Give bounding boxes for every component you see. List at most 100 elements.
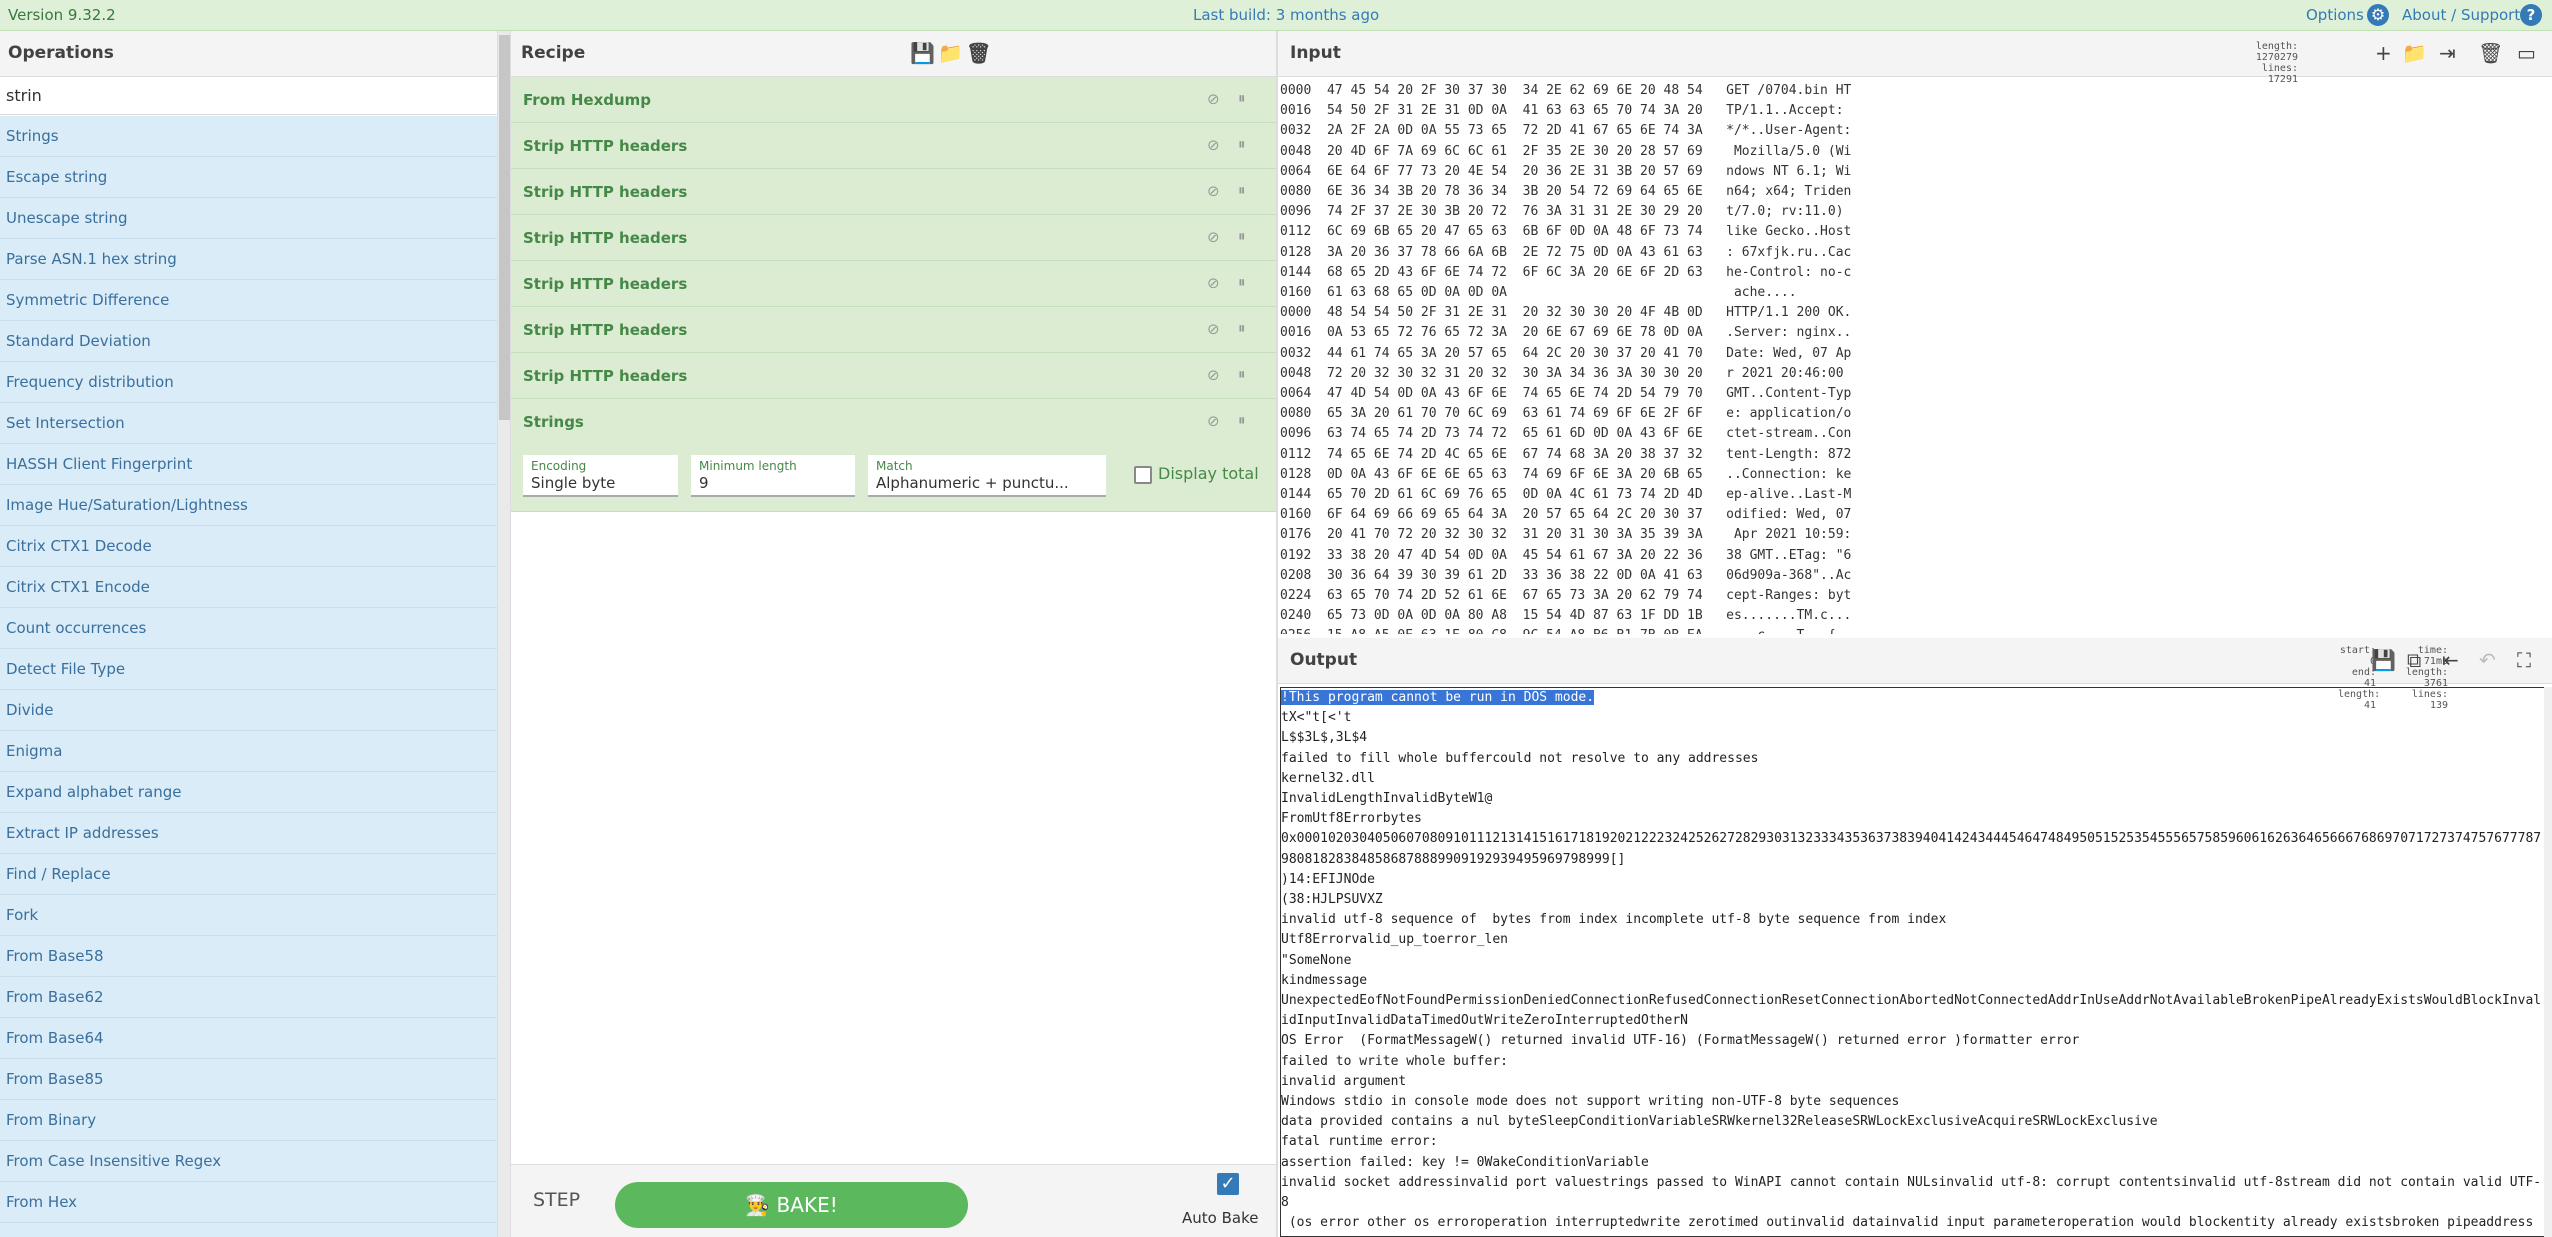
breakpoint-icon[interactable]: ⏸ [1238, 227, 1246, 245]
breakpoint-icon[interactable]: ⏸ [1238, 181, 1246, 199]
load-recipe-icon[interactable]: 📁 [938, 41, 963, 65]
maximise-output-icon[interactable]: ⛶ [2517, 648, 2531, 672]
operation-item[interactable]: From Hex [0, 1182, 497, 1223]
operation-item[interactable]: Citrix CTX1 Decode [0, 526, 497, 567]
input-title: Input [1290, 43, 1341, 63]
operation-item[interactable]: Image Hue/Saturation/Lightness [0, 485, 497, 526]
hexdump-row: 0144 65 70 2D 61 6C 69 76 65 0D 0A 4C 61… [1280, 487, 1852, 503]
operation-item[interactable]: Expand alphabet range [0, 772, 497, 813]
input-stats: length: 1270279 lines: 17291 [2226, 41, 2298, 85]
match-label: Match [876, 459, 913, 473]
help-icon[interactable]: ? [2520, 4, 2542, 26]
disable-step-icon[interactable]: ⊘ [1207, 366, 1220, 384]
operation-item[interactable]: Divide [0, 690, 497, 731]
hexdump-row: 0000 47 45 54 20 2F 30 37 30 34 2E 62 69… [1280, 83, 1852, 98]
breakpoint-icon[interactable]: ⏸ [1238, 365, 1246, 383]
recipe-step[interactable]: Strip HTTP headers ⊘ ⏸ [511, 215, 1276, 261]
operation-item[interactable]: HASSH Client Fingerprint [0, 444, 497, 485]
open-file-icon[interactable]: ⇥ [2439, 41, 2456, 65]
hexdump-row: 0160 6F 64 69 66 69 65 64 3A 20 57 65 64… [1280, 507, 1852, 523]
breakpoint-icon[interactable]: ⏸ [1238, 135, 1246, 153]
recipe-step[interactable]: Strip HTTP headers ⊘ ⏸ [511, 169, 1276, 215]
copy-output-icon[interactable]: ⧉ [2407, 648, 2421, 672]
min-length-input[interactable]: Minimum length 9 [691, 455, 855, 497]
hexdump-row: 0080 65 3A 20 61 70 70 6C 69 63 61 74 69… [1280, 406, 1852, 422]
recipe-step[interactable]: From Hexdump ⊘ ⏸ [511, 77, 1276, 123]
clear-recipe-icon[interactable]: 🗑 [966, 41, 991, 65]
recipe-step[interactable]: Strings ⊘ ⏸ Encoding Single byte Minimum leng… [511, 399, 1276, 512]
breakpoint-icon[interactable]: ⏸ [1238, 319, 1246, 337]
operations-title: Operations [0, 31, 497, 77]
operation-item[interactable]: Escape string [0, 157, 497, 198]
operation-item[interactable]: Frequency distribution [0, 362, 497, 403]
output-scrollbar[interactable] [2544, 687, 2552, 1237]
output-panel: Output start: 0 end: 41 length: 41 time:… [1278, 638, 2552, 1237]
about-support-link[interactable]: About / Support [2402, 6, 2520, 24]
operations-scrollbar[interactable] [499, 35, 510, 420]
operation-item[interactable]: From Binary [0, 1100, 497, 1141]
disable-step-icon[interactable]: ⊘ [1207, 136, 1220, 154]
operation-item[interactable]: From Case Insensitive Regex [0, 1141, 497, 1182]
operation-item[interactable]: Extract IP addresses [0, 813, 497, 854]
disable-step-icon[interactable]: ⊘ [1207, 182, 1220, 200]
step-button[interactable]: STEP [533, 1189, 580, 1211]
hexdump-row: 0144 68 65 2D 43 6F 6E 74 72 6F 6C 3A 20… [1280, 264, 1852, 280]
operation-item[interactable]: Symmetric Difference [0, 280, 497, 321]
recipe-step-name: Strip HTTP headers [523, 321, 688, 339]
save-output-icon[interactable]: 💾 [2371, 648, 2396, 672]
operation-item[interactable]: Find / Replace [0, 854, 497, 895]
open-folder-icon[interactable]: 📁 [2402, 41, 2427, 65]
match-select[interactable]: Match Alphanumeric + punctu... [868, 455, 1106, 497]
breakpoint-icon[interactable]: ⏸ [1238, 273, 1246, 291]
replace-input-icon[interactable]: ⇤ [2442, 648, 2459, 672]
operation-item[interactable]: Fork [0, 895, 497, 936]
operation-item[interactable]: Set Intersection [0, 403, 497, 444]
hexdump-row: 0016 54 50 2F 31 2E 31 0D 0A 41 63 63 65… [1280, 103, 1852, 119]
disable-step-icon[interactable]: ⊘ [1207, 274, 1220, 292]
output-textarea[interactable]: !This program cannot be run in DOS mode.… [1280, 687, 2544, 1237]
panel-divider[interactable] [497, 31, 511, 1237]
breakpoint-icon[interactable]: ⏸ [1238, 89, 1246, 107]
operation-item[interactable]: From Base58 [0, 936, 497, 977]
operation-item[interactable]: From Base85 [0, 1059, 497, 1100]
undo-icon[interactable]: ↶ [2479, 648, 2496, 672]
hexdump-row: 0048 72 20 32 30 32 31 20 32 30 3A 34 36… [1280, 365, 1852, 381]
operation-item[interactable]: Standard Deviation [0, 321, 497, 362]
disable-step-icon[interactable]: ⊘ [1207, 320, 1220, 338]
input-textarea[interactable]: 0000 47 45 54 20 2F 30 37 30 34 2E 62 69… [1280, 81, 2550, 634]
auto-bake-label: Auto Bake [1182, 1209, 1259, 1227]
recipe-step[interactable]: Strip HTTP headers ⊘ ⏸ [511, 307, 1276, 353]
auto-bake-checkbox[interactable]: ✓ [1217, 1173, 1239, 1195]
operation-item[interactable]: Parse ASN.1 hex string [0, 239, 497, 280]
last-build-link[interactable]: Last build: 3 months ago [1193, 6, 1379, 24]
recipe-step[interactable]: Strip HTTP headers ⊘ ⏸ [511, 123, 1276, 169]
operation-item[interactable]: Detect File Type [0, 649, 497, 690]
operation-item[interactable]: Count occurrences [0, 608, 497, 649]
operation-item[interactable]: Unescape string [0, 198, 497, 239]
operation-item[interactable]: From Base64 [0, 1018, 497, 1059]
operation-item[interactable]: Enigma [0, 731, 497, 772]
display-total-checkbox[interactable] [1134, 466, 1152, 484]
bake-label: BAKE! [776, 1193, 838, 1217]
encoding-select[interactable]: Encoding Single byte [523, 455, 678, 497]
bake-button[interactable]: 👨‍🍳 BAKE! [615, 1182, 968, 1228]
disable-step-icon[interactable]: ⊘ [1207, 90, 1220, 108]
recipe-step[interactable]: Strip HTTP headers ⊘ ⏸ [511, 353, 1276, 399]
encoding-value: Single byte [531, 474, 616, 492]
disable-step-icon[interactable]: ⊘ [1207, 412, 1220, 430]
clear-input-icon[interactable]: 🗑 [2478, 41, 2503, 65]
disable-step-icon[interactable]: ⊘ [1207, 228, 1220, 246]
operation-item[interactable]: Strings [0, 116, 497, 157]
operation-item[interactable]: Citrix CTX1 Encode [0, 567, 497, 608]
breakpoint-icon[interactable]: ⏸ [1238, 411, 1246, 429]
operation-item[interactable]: From Base62 [0, 977, 497, 1018]
add-input-icon[interactable]: + [2375, 41, 2392, 65]
hexdump-row: 0000 48 54 54 50 2F 31 2E 31 20 32 30 30… [1280, 305, 1852, 321]
recipe-step[interactable]: Strip HTTP headers ⊘ ⏸ [511, 261, 1276, 307]
reset-layout-icon[interactable]: ▭ [2517, 41, 2536, 65]
options-link[interactable]: Options [2306, 6, 2364, 24]
hexdump-row: 0208 30 36 64 39 30 39 61 2D 33 36 38 22… [1280, 567, 1852, 583]
gear-icon[interactable]: ⚙ [2367, 4, 2389, 26]
save-recipe-icon[interactable]: 💾 [910, 41, 935, 65]
operations-search-input[interactable]: strin [0, 77, 497, 115]
